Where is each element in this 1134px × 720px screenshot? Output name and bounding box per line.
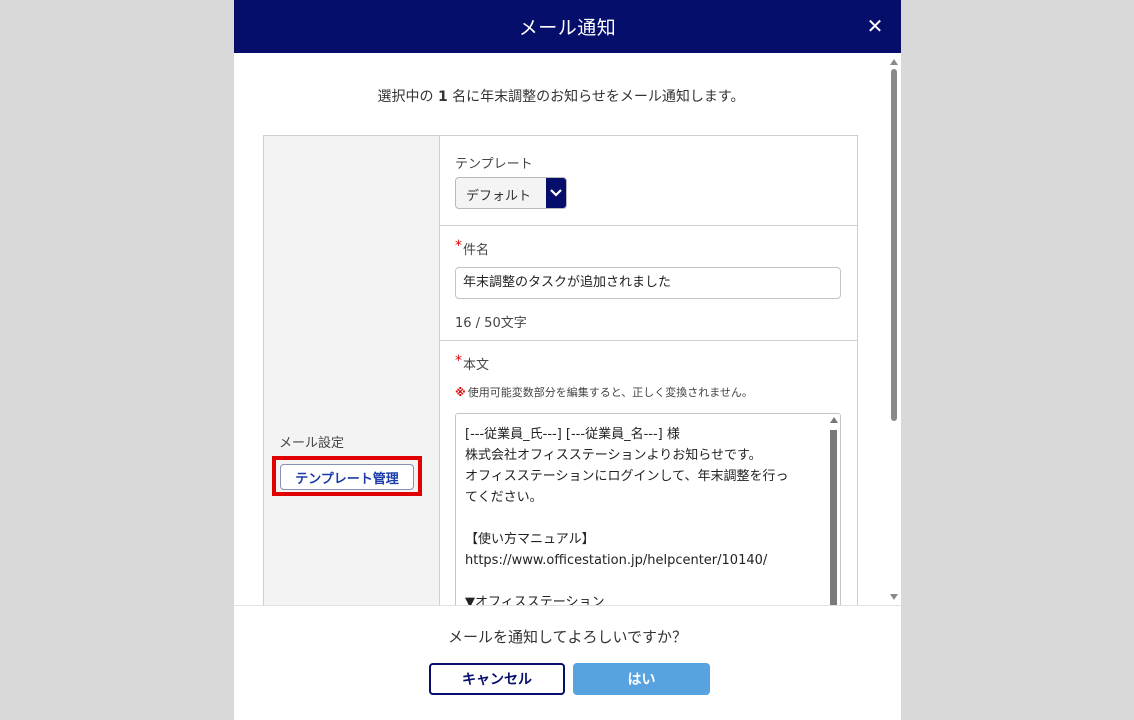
required-mark: * [455, 353, 462, 369]
template-section: テンプレート デフォルト [440, 136, 857, 226]
scroll-down-icon[interactable] [890, 594, 898, 600]
body-line: オフィスステーションにログインして、年末調整を行っ [465, 469, 789, 484]
body-label-text: 本文 [463, 358, 490, 373]
template-label: テンプレート [455, 157, 533, 172]
intro-prefix: 選択中の [377, 89, 438, 105]
intro-suffix: 名に年末調整のお知らせをメール通知します。 [447, 89, 745, 105]
scroll-thumb[interactable] [891, 69, 897, 421]
settings-field-column: テンプレート デフォルト *件名 年末調整のタスクが追加されました 16 / 5… [440, 136, 857, 605]
body-label: *本文 [455, 353, 490, 373]
subject-label-text: 件名 [463, 243, 490, 258]
selected-count: 1 [437, 89, 448, 105]
dialog-footer: メールを通知してよろしいですか？ キャンセル はい [234, 605, 901, 720]
body-text: [---従業員_氏---] [---従業員_名---] 様 株式会社オフィスステ… [465, 424, 820, 605]
subject-label: *件名 [455, 238, 490, 258]
settings-label-column: メール設定 テンプレート管理 [264, 136, 440, 605]
body-line: 株式会社オフィスステーションよりお知らせです。 [465, 448, 762, 463]
textarea-scrollbar[interactable] [829, 417, 838, 605]
chevron-down-icon [546, 178, 566, 208]
mail-settings-table: メール設定 テンプレート管理 テンプレート デフォルト *件名 年末調整のタスク… [263, 135, 858, 605]
body-textarea[interactable]: [---従業員_氏---] [---従業員_名---] 様 株式会社オフィスステ… [455, 413, 841, 605]
subject-char-count: 16 / 50文字 [455, 316, 527, 331]
body-line [465, 508, 820, 529]
required-mark: * [455, 238, 462, 254]
yes-button[interactable]: はい [573, 663, 710, 695]
confirm-text: メールを通知してよろしいですか？ [447, 628, 688, 646]
body-line: 【使い方マニュアル】 [465, 532, 595, 547]
body-line: ▼オフィスステーション [465, 595, 605, 605]
body-line: https://www.officestation.jp/helpcenter/… [465, 553, 768, 568]
highlight-box: テンプレート管理 [272, 456, 422, 496]
warning-mark: ※ [455, 386, 466, 399]
cancel-button[interactable]: キャンセル [429, 663, 565, 695]
dialog-scrollbar[interactable] [888, 53, 900, 605]
dialog-header: メール通知 ✕ [234, 0, 901, 53]
subject-input[interactable]: 年末調整のタスクが追加されました [455, 267, 841, 299]
template-manage-button[interactable]: テンプレート管理 [280, 464, 414, 490]
body-line [465, 571, 820, 592]
scroll-up-icon[interactable] [890, 59, 898, 65]
template-selected-value: デフォルト [466, 189, 532, 204]
dialog-title: メール通知 [518, 17, 617, 39]
mail-notify-dialog: メール通知 ✕ 選択中の 1 名に年末調整のお知らせをメール通知します。 メール… [234, 0, 901, 720]
body-section: *本文 ※ 使用可能変数部分を編集すると、正しく変換されません。 [---従業員_… [440, 341, 857, 605]
dialog-body: 選択中の 1 名に年末調整のお知らせをメール通知します。 メール設定 テンプレー… [234, 53, 901, 605]
body-line: [---従業員_氏---] [---従業員_名---] 様 [465, 427, 680, 442]
mail-settings-label: メール設定 [279, 436, 345, 451]
warning-text: 使用可能変数部分を編集すると、正しく変換されません。 [467, 386, 753, 399]
scroll-thumb[interactable] [830, 430, 837, 605]
close-icon[interactable]: ✕ [863, 14, 887, 38]
subject-section: *件名 年末調整のタスクが追加されました 16 / 50文字 [440, 226, 857, 341]
body-line: てください。 [465, 490, 543, 505]
scroll-up-icon[interactable] [830, 417, 838, 423]
template-select[interactable]: デフォルト [455, 177, 567, 209]
intro-text: 選択中の 1 名に年末調整のお知らせをメール通知します。 [234, 86, 888, 106]
body-warning-note: ※ 使用可能変数部分を編集すると、正しく変換されません。 [455, 384, 753, 400]
